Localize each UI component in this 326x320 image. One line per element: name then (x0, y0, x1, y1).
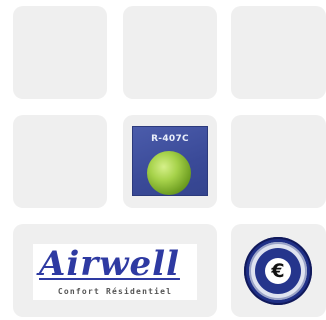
empty-tile (123, 6, 217, 99)
airwell-logo: Airwell Confort Résidentiel (33, 244, 197, 300)
airwell-tagline: Confort Résidentiel (57, 287, 173, 296)
green-ball-icon (147, 151, 191, 195)
airwell-tile[interactable]: Airwell Confort Résidentiel (13, 224, 217, 317)
empty-tile (13, 6, 107, 99)
euro-symbol: € (265, 258, 291, 284)
r407c-label: R-407C (151, 134, 189, 144)
r407c-tile[interactable]: R-407C (123, 115, 217, 208)
airwell-wordmark: Airwell (39, 244, 180, 284)
r407c-badge: R-407C (132, 126, 208, 196)
tile-grid: R-407C Airwell Confort Résidentiel € (0, 0, 326, 320)
euro-seal-icon: € (244, 237, 312, 305)
empty-tile (13, 115, 107, 208)
empty-tile (231, 115, 326, 208)
euro-tile[interactable]: € (231, 224, 326, 317)
empty-tile (231, 6, 326, 99)
seal-inner: € (255, 248, 301, 294)
